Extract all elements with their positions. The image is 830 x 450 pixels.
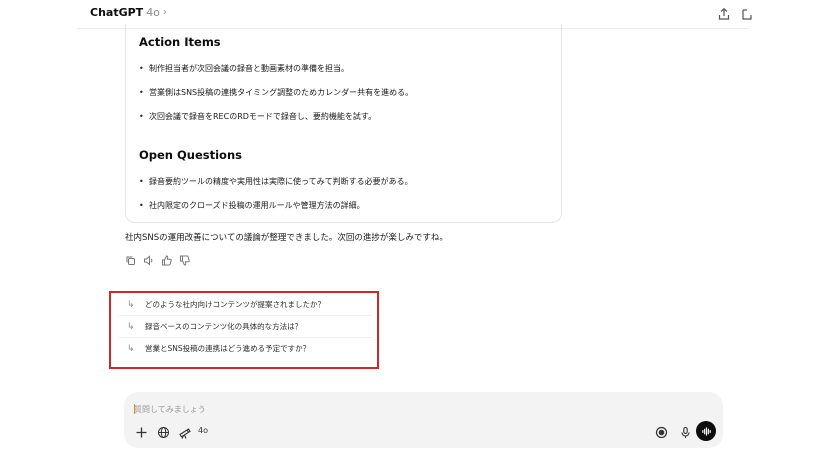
suggestion-text: 録音ベースのコンテンツ化の具体的な方法は？ xyxy=(145,322,303,331)
action-item: • 営業側はSNS投稿の連携タイミング調整のためカレンダー共有を進める。 xyxy=(139,88,414,97)
new-chat-icon[interactable] xyxy=(741,6,753,20)
reply-arrow-icon: ↳ xyxy=(127,299,135,310)
thumbs-up-icon[interactable] xyxy=(161,251,172,266)
model-selector[interactable]: ChatGPT 4o › xyxy=(90,6,167,19)
plus-icon[interactable] xyxy=(134,425,148,439)
telescope-icon[interactable] xyxy=(177,425,191,439)
suggestion-divider xyxy=(119,315,372,316)
composer: 4o xyxy=(124,392,723,448)
microphone-icon[interactable] xyxy=(678,425,692,439)
voice-mode-button[interactable] xyxy=(696,421,716,441)
thumbs-down-icon[interactable] xyxy=(179,251,190,266)
message-actions xyxy=(125,251,190,266)
open-question-item: • 録音要約ツールの精度や実用性は実際に使ってみて判断する必要がある。 xyxy=(139,177,413,186)
suggestion-item[interactable]: ↳ どのような社内向けコンテンツが提案されましたか？ xyxy=(127,299,325,310)
section-title-action-items: Action Items xyxy=(139,35,221,49)
suggestion-text: 営業とSNS投稿の連携はどう進める予定ですか？ xyxy=(145,344,311,353)
action-item: • 制作担当者が次回会議の録音と動画素材の準備を担当。 xyxy=(139,64,349,73)
share-icon[interactable] xyxy=(717,6,731,20)
section-title-open-questions: Open Questions xyxy=(139,148,242,162)
suggestion-item[interactable]: ↳ 営業とSNS投稿の連携はどう進める予定ですか？ xyxy=(127,343,310,354)
prompt-input[interactable] xyxy=(134,402,694,416)
chevron-right-icon: › xyxy=(162,7,167,18)
sound-wave-icon xyxy=(701,426,711,436)
response-summary: 社内SNSの運用改善についての議論が整理できました。次回の進捗が楽しみですね。 xyxy=(125,233,448,243)
text-caret xyxy=(134,404,135,414)
record-icon[interactable] xyxy=(654,425,668,439)
chat-app: ChatGPT 4o › Action Items • 制作担当者が次回会議の録音… xyxy=(77,0,753,450)
response-card xyxy=(125,24,562,223)
action-item: • 次回会議で録音をRECのRDモードで録音し、要約機能を試す。 xyxy=(139,112,377,121)
suggestion-item[interactable]: ↳ 録音ベースのコンテンツ化の具体的な方法は？ xyxy=(127,321,302,332)
suggestion-text: どのような社内向けコンテンツが提案されましたか？ xyxy=(145,300,325,309)
open-question-item: • 社内限定のクローズド投稿の運用ルールや管理方法の詳細。 xyxy=(139,201,365,210)
model-name: ChatGPT xyxy=(90,6,144,19)
reply-arrow-icon: ↳ xyxy=(127,321,135,332)
reply-arrow-icon: ↳ xyxy=(127,343,135,354)
model-version: 4o xyxy=(146,6,160,19)
model-tag[interactable]: 4o xyxy=(198,426,208,435)
globe-icon[interactable] xyxy=(156,425,170,439)
read-aloud-icon[interactable] xyxy=(143,251,154,266)
suggestion-divider xyxy=(119,337,372,338)
copy-icon[interactable] xyxy=(125,251,136,265)
